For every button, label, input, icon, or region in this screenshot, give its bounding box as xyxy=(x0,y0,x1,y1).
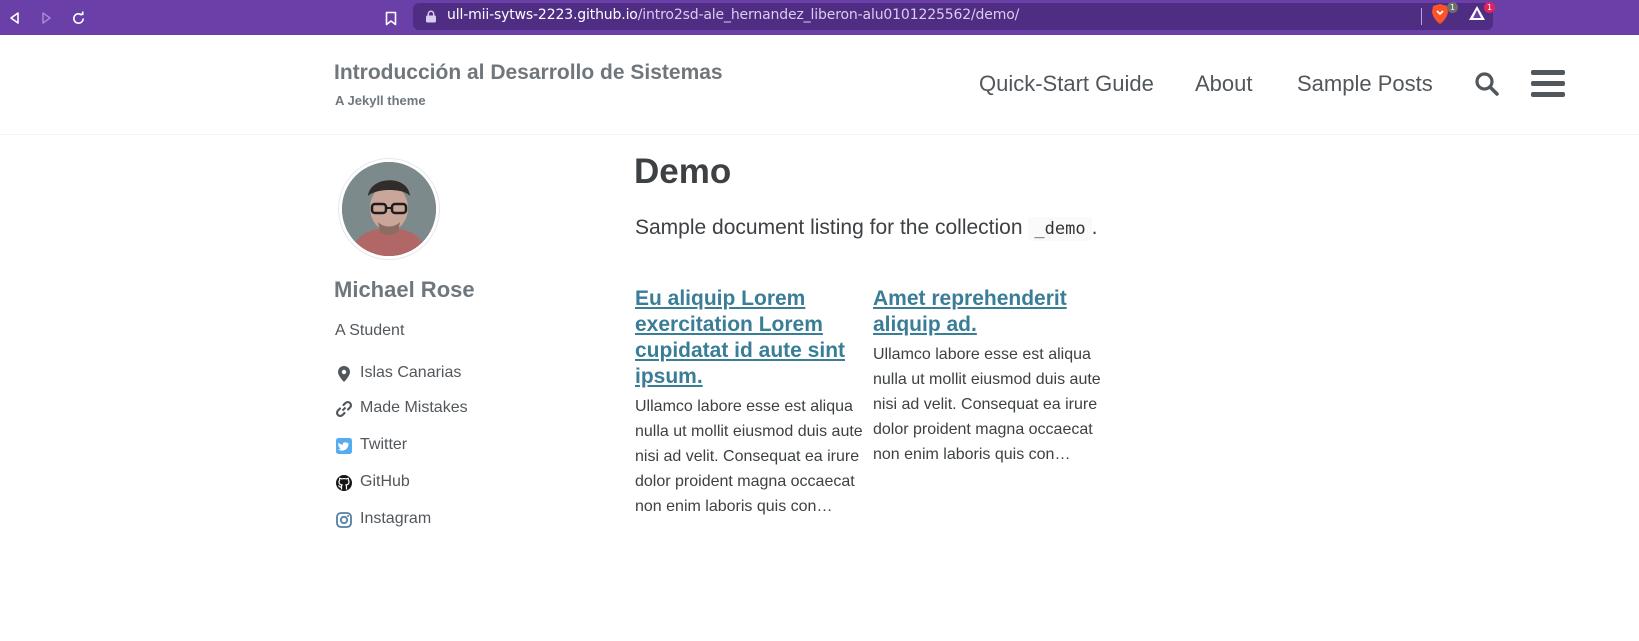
page-title: Demo xyxy=(634,152,732,191)
url-host: ull-mii-sytws-2223.github.io xyxy=(447,7,638,23)
author-name: Michael Rose xyxy=(334,277,475,302)
search-icon xyxy=(1475,72,1499,96)
site-subtitle: A Jekyll theme xyxy=(335,93,426,108)
nav-sample-posts[interactable]: Sample Posts xyxy=(1297,71,1433,97)
nav-quick-start-guide[interactable]: Quick-Start Guide xyxy=(979,71,1154,97)
github-icon xyxy=(336,475,352,491)
author-website-label: Made Mistakes xyxy=(360,399,468,416)
search-button[interactable] xyxy=(1474,71,1500,97)
site-title[interactable]: Introducción al Desarrollo de Sistemas xyxy=(334,61,723,85)
forward-arrow-icon xyxy=(42,12,51,24)
browser-toolbar: ull-mii-sytws-2223.github.io/intro2sd-al… xyxy=(0,0,1639,36)
map-marker-icon xyxy=(338,366,350,382)
document-title-link[interactable]: Eu aliquip Lorem exercitation Lorem cupi… xyxy=(635,286,863,390)
collection-code: _demo xyxy=(1028,217,1092,241)
reload-button[interactable] xyxy=(67,7,89,29)
page-description: Sample document listing for the collecti… xyxy=(635,216,1098,241)
twitter-icon xyxy=(336,438,352,454)
rewards-badge: 1 xyxy=(1484,2,1495,13)
author-avatar xyxy=(338,158,440,260)
document-card: Eu aliquip Lorem exercitation Lorem cupi… xyxy=(635,286,863,519)
hamburger-menu-button[interactable] xyxy=(1531,70,1565,100)
document-excerpt: Ullamco labore esse est aliqua nulla ut … xyxy=(635,398,863,515)
url-path: /intro2sd-ale_hernandez_liberon-alu01012… xyxy=(637,7,1020,23)
back-arrow-icon xyxy=(10,12,19,24)
forward-button[interactable] xyxy=(35,7,57,29)
brave-rewards-button[interactable]: 1 xyxy=(1467,2,1495,25)
site-masthead: Introducción al Desarrollo de Sistemas A… xyxy=(0,35,1639,135)
back-button[interactable] xyxy=(4,7,26,29)
lock-icon xyxy=(426,10,436,23)
shields-badge: 1 xyxy=(1447,2,1458,13)
bookmark-icon xyxy=(385,11,397,25)
reload-icon xyxy=(72,10,84,24)
hamburger-line xyxy=(1531,92,1565,97)
link-icon xyxy=(335,400,353,418)
hamburger-menu-icon xyxy=(1531,70,1565,75)
address-bar[interactable]: ull-mii-sytws-2223.github.io/intro2sd-al… xyxy=(413,3,1493,30)
author-twitter-label: Twitter xyxy=(360,436,408,453)
address-bar-divider xyxy=(1421,8,1422,25)
author-bio: A Student xyxy=(335,322,405,339)
bookmark-button[interactable] xyxy=(380,7,402,29)
avatar-portrait-image xyxy=(342,162,436,256)
document-excerpt: Ullamco labore esse est aliqua nulla ut … xyxy=(873,346,1101,463)
author-location-label: Islas Canarias xyxy=(360,364,462,381)
description-text: Sample document listing for the collecti… xyxy=(635,216,1023,239)
brave-shields-button[interactable]: 1 xyxy=(1430,2,1458,25)
nav-about[interactable]: About xyxy=(1195,71,1253,97)
instagram-icon xyxy=(336,512,352,528)
hamburger-line xyxy=(1531,81,1565,86)
document-card: Amet reprehenderit aliquip ad. Ullamco l… xyxy=(873,286,1101,467)
document-title-link[interactable]: Amet reprehenderit aliquip ad. xyxy=(873,286,1101,338)
url-text: ull-mii-sytws-2223.github.io/intro2sd-al… xyxy=(447,7,1019,23)
author-github-label: GitHub xyxy=(360,473,410,490)
author-instagram-label: Instagram xyxy=(360,510,432,527)
description-suffix: . xyxy=(1091,216,1098,239)
avatar-photo xyxy=(342,162,436,256)
